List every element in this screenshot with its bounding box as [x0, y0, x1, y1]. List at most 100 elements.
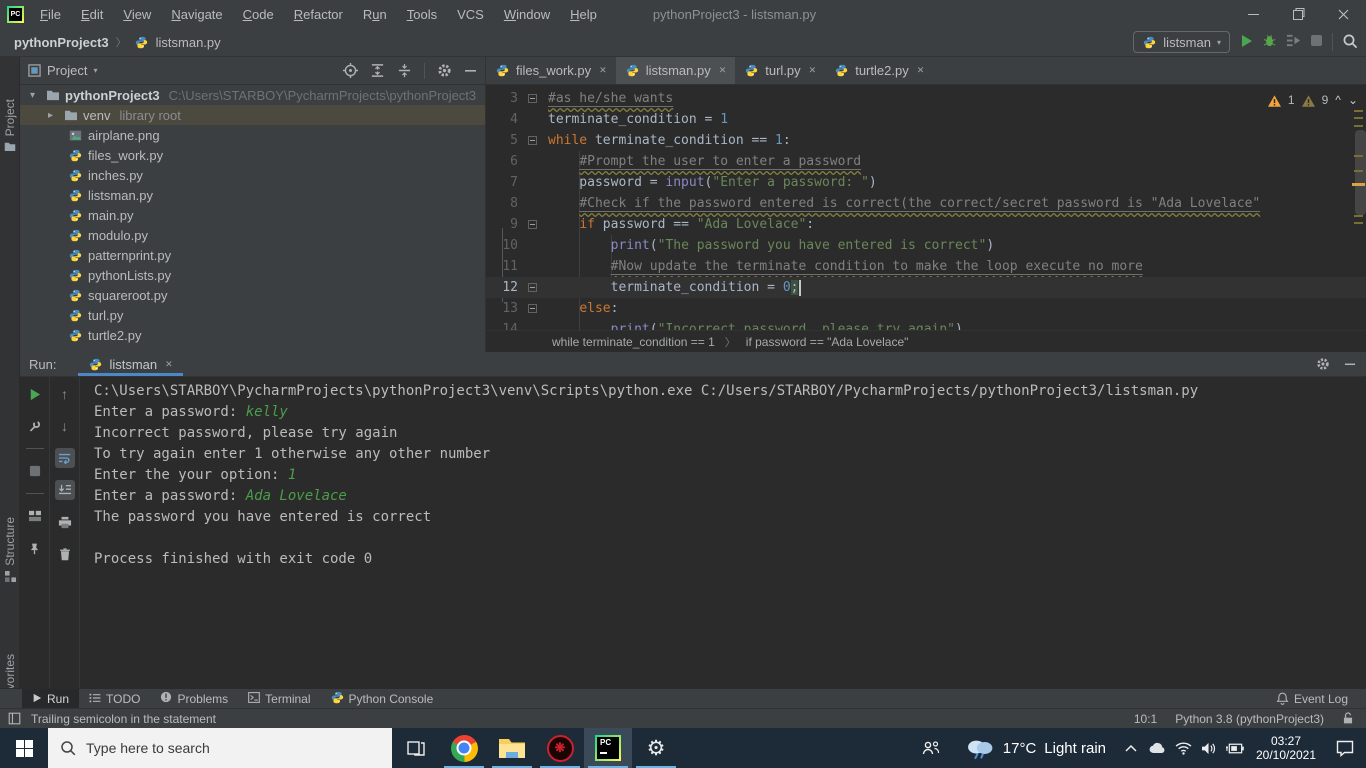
- unlocked-icon[interactable]: [1342, 712, 1354, 725]
- menu-vcs[interactable]: VCS: [457, 7, 484, 22]
- tree-item-modulo.py[interactable]: modulo.py: [20, 225, 485, 245]
- menu-run[interactable]: Run: [363, 7, 387, 22]
- gear-icon[interactable]: [1316, 357, 1330, 371]
- fold-marker[interactable]: [528, 283, 537, 292]
- chevron-down-icon[interactable]: ▾: [30, 90, 40, 101]
- task-view-button[interactable]: [392, 728, 440, 768]
- tree-item-pythonLists.py[interactable]: pythonLists.py: [20, 265, 485, 285]
- pycharm-taskbar-icon[interactable]: PC: [584, 728, 632, 768]
- soft-wrap-icon[interactable]: [54, 448, 75, 468]
- minimize-button[interactable]: [1231, 0, 1276, 28]
- fold-marker[interactable]: [528, 94, 537, 103]
- menu-file[interactable]: File: [40, 7, 61, 22]
- prev-warning-icon[interactable]: ^: [1335, 90, 1341, 111]
- tree-item-root[interactable]: ▾ pythonProject3 C:\Users\STARBOY\Pychar…: [20, 85, 485, 105]
- toolwindow-button-run[interactable]: Run: [22, 689, 80, 708]
- gear-icon[interactable]: [437, 63, 452, 78]
- editor-tab-listsman.py[interactable]: listsman.py ✕: [615, 57, 736, 84]
- scroll-to-end-icon[interactable]: [54, 480, 75, 500]
- close-tab-icon[interactable]: ✕: [719, 65, 727, 76]
- volume-icon[interactable]: [1196, 742, 1222, 755]
- close-button[interactable]: [1321, 0, 1366, 28]
- project-panel-title[interactable]: Project: [47, 63, 87, 78]
- file-explorer-taskbar-icon[interactable]: [488, 728, 536, 768]
- weather-widget[interactable]: 17°C Light rain: [953, 728, 1118, 768]
- caret-position[interactable]: 10:1: [1134, 712, 1157, 726]
- menu-navigate[interactable]: Navigate: [171, 7, 222, 22]
- close-tab-icon[interactable]: ✕: [599, 65, 607, 76]
- debug-button[interactable]: [1262, 33, 1277, 51]
- people-button[interactable]: [909, 728, 953, 768]
- start-button[interactable]: [0, 728, 48, 768]
- code-editor[interactable]: 3 #as he/she wants 4 terminate_condition = …: [486, 85, 1366, 330]
- rerun-button[interactable]: [25, 384, 45, 404]
- stop-button[interactable]: [25, 461, 45, 481]
- menu-code[interactable]: Code: [243, 7, 274, 22]
- restore-layout-icon[interactable]: [25, 506, 45, 526]
- next-warning-icon[interactable]: ⌄: [1348, 90, 1358, 111]
- locate-file-icon[interactable]: [343, 63, 358, 78]
- edit-configuration-icon[interactable]: [25, 416, 45, 436]
- close-tab-icon[interactable]: ✕: [917, 65, 925, 76]
- run-console-output[interactable]: C:\Users\STARBOY\PycharmProjects\pythonP…: [82, 377, 1366, 688]
- run-button[interactable]: [1239, 34, 1253, 51]
- hide-panel-icon[interactable]: [1344, 358, 1356, 370]
- tree-item-squareroot.py[interactable]: squareroot.py: [20, 285, 485, 305]
- tray-expand-icon[interactable]: [1118, 744, 1144, 752]
- breadcrumb-file[interactable]: listsman.py: [156, 35, 221, 50]
- print-icon[interactable]: [55, 512, 75, 532]
- battery-icon[interactable]: [1222, 743, 1248, 754]
- collapse-all-icon[interactable]: [397, 63, 412, 78]
- toolwindow-button-problems[interactable]: Problems: [150, 689, 238, 708]
- tool-window-switcher-icon[interactable]: [8, 712, 21, 725]
- chevron-right-icon[interactable]: ▸: [48, 110, 58, 121]
- run-configuration-select[interactable]: listsman ▾: [1133, 31, 1230, 53]
- breadcrumb-if[interactable]: if password == "Ada Lovelace": [746, 335, 909, 349]
- menu-edit[interactable]: Edit: [81, 7, 103, 22]
- up-stack-trace-icon[interactable]: ↑: [55, 384, 75, 404]
- breadcrumb-project[interactable]: pythonProject3: [14, 35, 109, 50]
- close-icon[interactable]: ✕: [165, 359, 173, 370]
- run-with-coverage-button[interactable]: [1286, 33, 1301, 51]
- tree-item-files_work.py[interactable]: files_work.py: [20, 145, 485, 165]
- hide-panel-icon[interactable]: [464, 64, 477, 77]
- tree-item-turl.py[interactable]: turl.py: [20, 305, 485, 325]
- toolwindow-button-terminal[interactable]: Terminal: [238, 689, 320, 708]
- wifi-icon[interactable]: [1170, 742, 1196, 755]
- editor-tab-files_work.py[interactable]: files_work.py ✕: [486, 57, 616, 84]
- stop-button[interactable]: [1310, 34, 1323, 50]
- taskbar-clock[interactable]: 03:27 20/10/2021: [1248, 728, 1324, 768]
- red-security-app-taskbar-icon[interactable]: ❋: [536, 728, 584, 768]
- tree-item-airplane.png[interactable]: airplane.png: [20, 125, 485, 145]
- breadcrumb-while[interactable]: while terminate_condition == 1: [552, 335, 715, 349]
- editor-tab-turl.py[interactable]: turl.py ✕: [735, 57, 825, 84]
- stripe-structure-button[interactable]: Structure: [0, 517, 20, 582]
- pin-tab-icon[interactable]: [25, 538, 45, 558]
- editor-tab-turtle2.py[interactable]: turtle2.py ✕: [825, 57, 933, 84]
- tree-item-turtle2.py[interactable]: turtle2.py: [20, 325, 485, 345]
- event-log-button[interactable]: Event Log: [1276, 689, 1366, 708]
- toolwindow-button-python-console[interactable]: Python Console: [321, 689, 444, 708]
- search-everywhere-icon[interactable]: [1342, 33, 1358, 52]
- fold-marker[interactable]: [528, 304, 537, 313]
- tree-item-inches.py[interactable]: inches.py: [20, 165, 485, 185]
- menu-view[interactable]: View: [123, 7, 151, 22]
- editor-scrollbar[interactable]: [1355, 130, 1366, 215]
- tree-item-venv[interactable]: ▸ venv library root: [20, 105, 485, 125]
- fold-marker[interactable]: [528, 136, 537, 145]
- down-stack-trace-icon[interactable]: ↓: [55, 416, 75, 436]
- restore-button[interactable]: [1276, 0, 1321, 28]
- menu-refactor[interactable]: Refactor: [294, 7, 343, 22]
- taskbar-search-input[interactable]: Type here to search: [48, 728, 392, 768]
- close-tab-icon[interactable]: ✕: [809, 65, 817, 76]
- inspection-widget[interactable]: 1 9 ^ ⌄: [1267, 90, 1358, 111]
- action-center-button[interactable]: [1324, 728, 1366, 768]
- chevron-down-icon[interactable]: ▾: [93, 66, 97, 75]
- tree-item-listsman.py[interactable]: listsman.py: [20, 185, 485, 205]
- menu-tools[interactable]: Tools: [407, 7, 437, 22]
- chrome-taskbar-icon[interactable]: [440, 728, 488, 768]
- onedrive-icon[interactable]: [1144, 742, 1170, 754]
- toolwindow-button-todo[interactable]: TODO: [79, 689, 150, 708]
- menu-help[interactable]: Help: [570, 7, 597, 22]
- tree-item-patternprint.py[interactable]: patternprint.py: [20, 245, 485, 265]
